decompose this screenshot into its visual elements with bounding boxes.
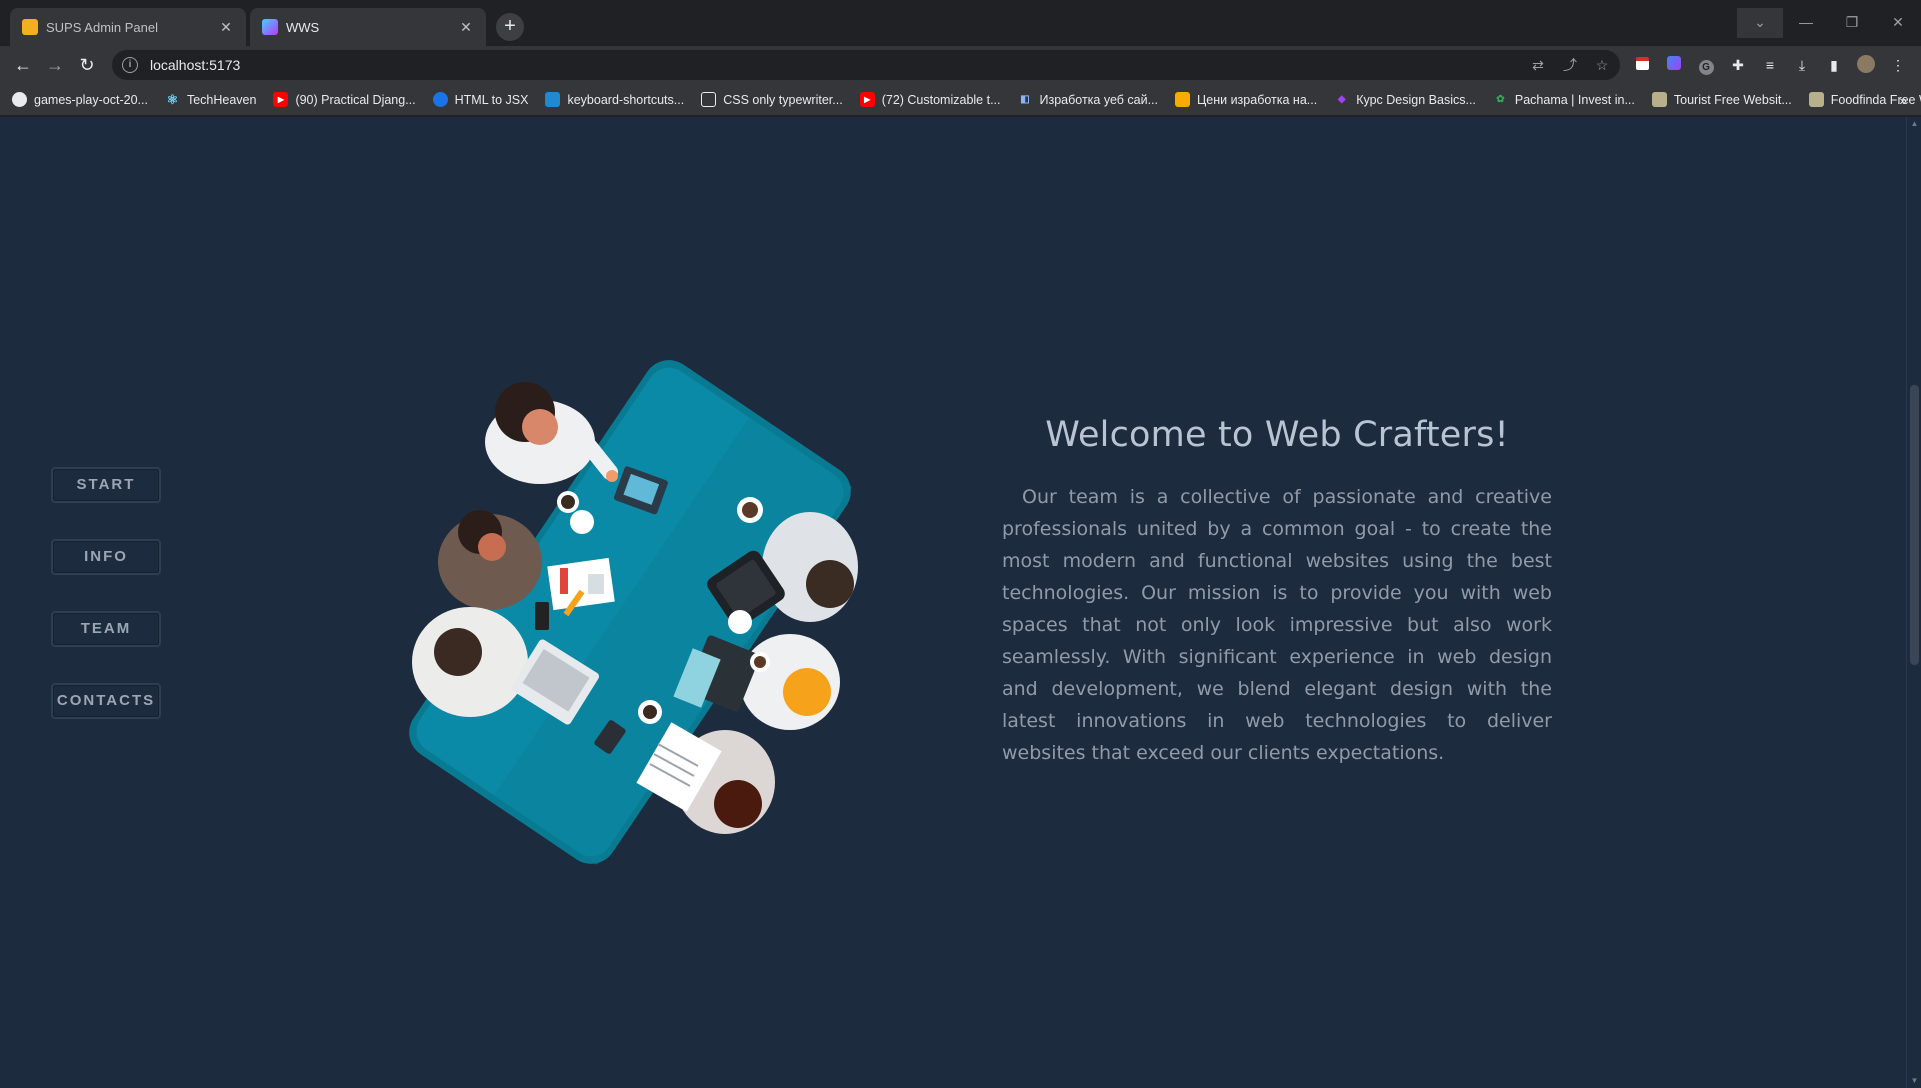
reading-list-icon[interactable]: ≡ — [1760, 55, 1780, 75]
page-title: Welcome to Web Crafters! — [1045, 415, 1509, 455]
sups-favicon-icon — [22, 19, 38, 35]
share-icon[interactable]: ⤴ — [1560, 55, 1580, 75]
bookmark-label: Foodfinda Free We... — [1830, 92, 1921, 107]
leaf-icon: ✿ — [1496, 94, 1505, 105]
youtube-icon: ▶ — [859, 92, 875, 107]
page-viewport: START INFO TEAM CONTACTS Welcome to Web … — [0, 117, 1921, 1088]
side-panel-icon[interactable]: ▮ — [1824, 55, 1844, 75]
bookmark-item[interactable]: ⚛ TechHeaven — [165, 92, 257, 107]
person-icon — [412, 607, 528, 717]
bookmark-label: Изработка уеб сай... — [1039, 92, 1159, 107]
forward-icon[interactable]: → — [40, 50, 70, 80]
bookmark-label: CSS only typewriter... — [723, 92, 843, 107]
youtube-icon: ▶ — [273, 92, 289, 107]
tab-strip: SUPS Admin Panel ✕ WWS ✕ + ⌄ — ❐ ✕ — [0, 0, 1921, 46]
site-icon: ◧ — [1020, 94, 1030, 105]
scrollbar-thumb[interactable] — [1910, 385, 1919, 665]
bookmark-label: HTML to JSX — [454, 92, 529, 107]
bookmark-label: Pachama | Invest in... — [1514, 92, 1635, 107]
bookmark-item[interactable]: games-play-oct-20... — [12, 92, 148, 107]
address-bar[interactable]: i localhost:5173 — [112, 50, 1620, 80]
bookmark-label: Tourist Free Websit... — [1673, 92, 1792, 107]
nav-team-button[interactable]: TEAM — [51, 611, 161, 647]
bookmarks-bar: games-play-oct-20... ⚛ TechHeaven ▶ (90) P… — [0, 84, 1921, 116]
url-text: localhost:5173 — [150, 57, 241, 73]
avatar[interactable] — [1856, 55, 1876, 75]
close-icon[interactable]: ✕ — [458, 19, 474, 36]
site-info-icon[interactable]: i — [122, 57, 138, 73]
extensions-puzzle-icon[interactable]: ✚ — [1728, 55, 1748, 75]
translate-icon[interactable]: ⇄ — [1528, 55, 1548, 75]
person-icon — [438, 510, 542, 610]
person-icon — [740, 634, 840, 730]
transform-icon — [432, 92, 448, 107]
bookmark-item[interactable]: Tourist Free Websit... — [1651, 92, 1792, 107]
github-icon — [12, 92, 27, 107]
bookmark-item[interactable]: keyboard-shortcuts... — [545, 92, 684, 107]
extension-colorpicker-icon[interactable] — [1664, 55, 1684, 75]
vscode-icon — [545, 92, 561, 107]
bookmark-label: TechHeaven — [186, 92, 257, 107]
reload-icon[interactable]: ↻ — [72, 50, 102, 80]
close-icon[interactable]: ✕ — [218, 19, 234, 36]
folder-icon — [1651, 92, 1667, 107]
welcome-section: Welcome to Web Crafters! Our team is a c… — [1002, 415, 1552, 769]
tab-sups-admin[interactable]: SUPS Admin Panel ✕ — [10, 8, 246, 46]
new-tab-button[interactable]: + — [496, 13, 524, 41]
page-scrollbar[interactable]: ▲ ▼ — [1906, 117, 1921, 1088]
bookmark-item[interactable]: CSS only typewriter... — [701, 92, 843, 107]
tab-title: WWS — [286, 19, 320, 35]
course-icon: ◆ — [1337, 94, 1346, 105]
bookmark-item[interactable]: HTML to JSX — [432, 92, 529, 107]
nav-contacts-button[interactable]: CONTACTS — [51, 683, 161, 719]
bookmark-item[interactable]: ✿ Pachama | Invest in... — [1493, 92, 1635, 107]
extension-calendar-icon[interactable] — [1632, 55, 1652, 75]
vite-favicon-icon — [262, 19, 278, 35]
bookmark-star-icon[interactable]: ☆ — [1592, 55, 1612, 75]
back-icon[interactable]: ← — [8, 50, 38, 80]
bookmark-label: keyboard-shortcuts... — [567, 92, 685, 107]
bookmark-label: Цени изработка на... — [1197, 92, 1318, 107]
bookmark-label: (72) Customizable t... — [881, 92, 1001, 107]
team-meeting-illustration — [409, 360, 858, 865]
window-close-icon[interactable]: ✕ — [1875, 8, 1921, 38]
download-icon[interactable]: ⤓ — [1792, 55, 1812, 75]
bookmarks-overflow-icon[interactable]: » — [1899, 92, 1907, 108]
extension-grammarly-icon[interactable]: G — [1696, 55, 1716, 75]
side-navigation: START INFO TEAM CONTACTS — [51, 467, 161, 755]
bookmark-label: Курс Design Basics... — [1356, 92, 1476, 107]
bookmark-label: games-play-oct-20... — [34, 92, 148, 107]
bookmark-item[interactable]: ◆ Курс Design Basics... — [1334, 92, 1476, 107]
scroll-up-icon[interactable]: ▲ — [1910, 119, 1919, 129]
folder-icon — [1808, 92, 1824, 107]
bookmark-item[interactable]: ▶ (72) Customizable t... — [859, 92, 1001, 107]
welcome-description: Our team is a collective of passionate a… — [1002, 486, 1552, 764]
nav-start-button[interactable]: START — [51, 467, 161, 503]
codepen-icon — [701, 92, 717, 107]
tab-title: SUPS Admin Panel — [46, 19, 159, 35]
tab-wws[interactable]: WWS ✕ — [250, 8, 486, 46]
browser-toolbar: ← → ↻ i localhost:5173 ⇄ ⤴ ☆ G ✚ ≡ ⤓ ▮ ⋮ — [0, 46, 1921, 84]
minimize-icon[interactable]: — — [1783, 8, 1829, 38]
menu-kebab-icon[interactable]: ⋮ — [1888, 55, 1908, 75]
person-icon — [762, 512, 858, 622]
site-icon — [1175, 92, 1191, 107]
bookmark-item[interactable]: ◧ Изработка уеб сай... — [1018, 92, 1159, 107]
tab-search-icon[interactable]: ⌄ — [1737, 8, 1783, 38]
nav-info-button[interactable]: INFO — [51, 539, 161, 575]
bookmark-item[interactable]: Цени изработка на... — [1175, 92, 1317, 107]
person-icon — [485, 382, 618, 484]
react-icon: ⚛ — [166, 92, 179, 107]
bookmark-item[interactable]: ▶ (90) Practical Djang... — [273, 92, 416, 107]
restore-icon[interactable]: ❐ — [1829, 8, 1875, 38]
scroll-down-icon[interactable]: ▼ — [1910, 1076, 1919, 1086]
bookmark-label: (90) Practical Djang... — [295, 92, 416, 107]
